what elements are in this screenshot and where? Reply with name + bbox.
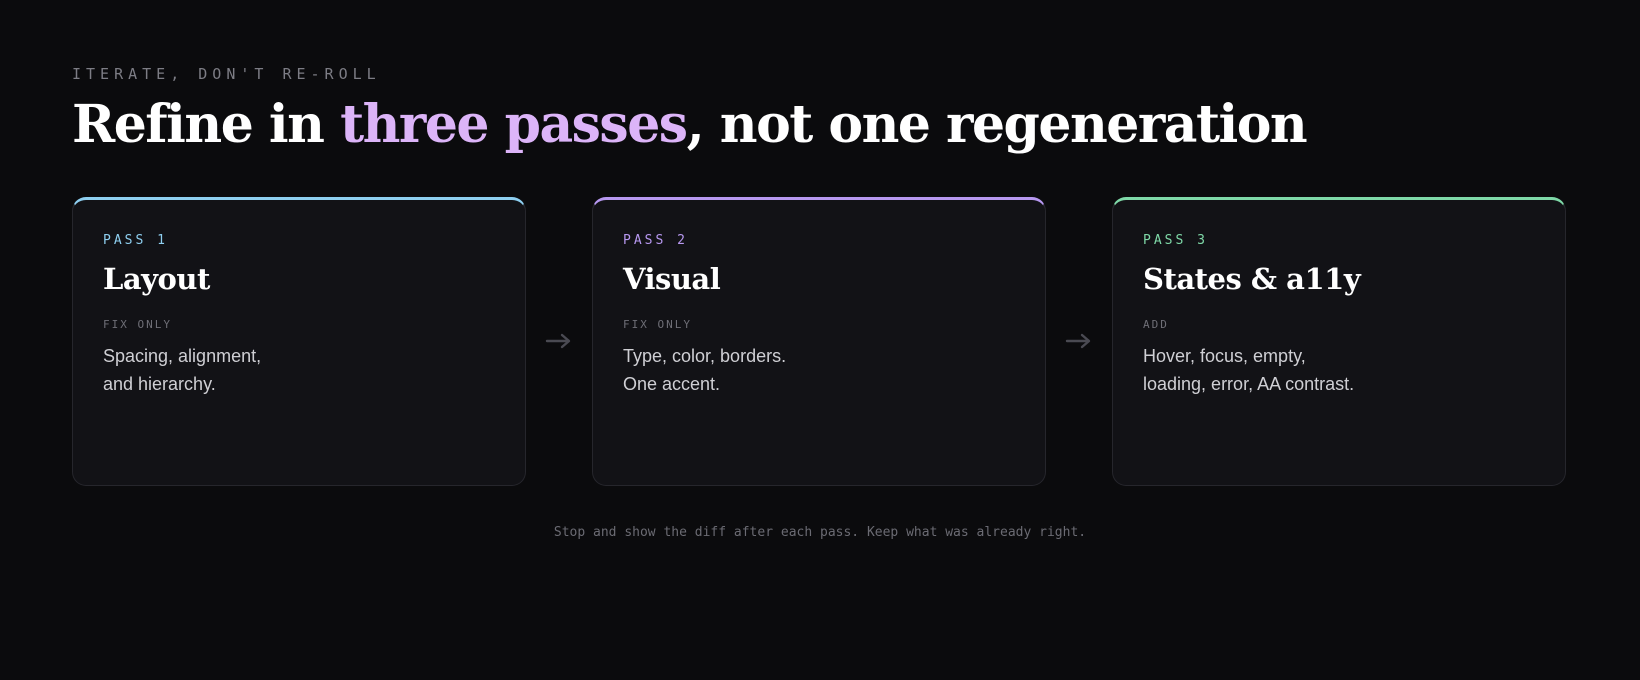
title-text-start: Refine in bbox=[72, 94, 341, 155]
right-arrow-icon bbox=[543, 325, 575, 357]
pass-kind-label: ADD bbox=[1143, 318, 1169, 331]
right-arrow-icon bbox=[1063, 325, 1095, 357]
page-title: Refine in three passes, not one regenera… bbox=[72, 90, 1308, 160]
pass-card-layout: PASS 1 Layout FIX ONLY Spacing, alignmen… bbox=[72, 197, 526, 486]
pass-kind-label: FIX ONLY bbox=[623, 318, 692, 331]
pass-description: Hover, focus, empty, loading, error, AA … bbox=[1143, 342, 1543, 398]
eyebrow-label: ITERATE, DON'T RE-ROLL bbox=[72, 65, 381, 83]
pass-description-line: Spacing, alignment, bbox=[103, 346, 262, 366]
pass-tag: PASS 1 bbox=[103, 233, 168, 248]
pass-description-line: loading, error, AA contrast. bbox=[1143, 374, 1355, 394]
pass-description-line: and hierarchy. bbox=[103, 374, 216, 394]
pass-description: Spacing, alignment, and hierarchy. bbox=[103, 342, 503, 398]
pass-description: Type, color, borders. One accent. bbox=[623, 342, 1023, 398]
pass-kind-label: FIX ONLY bbox=[103, 318, 172, 331]
pass-description-line: One accent. bbox=[623, 374, 721, 394]
pass-title: Visual bbox=[623, 262, 721, 296]
title-text-end: , not one regeneration bbox=[686, 94, 1308, 155]
pass-description-line: Hover, focus, empty, bbox=[1143, 346, 1306, 366]
pass-card-states-a11y: PASS 3 States & a11y ADD Hover, focus, e… bbox=[1112, 197, 1566, 486]
pass-tag: PASS 2 bbox=[623, 233, 688, 248]
pass-description-line: Type, color, borders. bbox=[623, 346, 787, 366]
title-accent-text: three passes bbox=[340, 94, 688, 155]
pass-title: States & a11y bbox=[1143, 262, 1361, 296]
pass-title: Layout bbox=[103, 262, 210, 296]
footer-note: Stop and show the diff after each pass. … bbox=[553, 525, 1087, 540]
pass-card-visual: PASS 2 Visual FIX ONLY Type, color, bord… bbox=[592, 197, 1046, 486]
pass-tag: PASS 3 bbox=[1143, 233, 1208, 248]
